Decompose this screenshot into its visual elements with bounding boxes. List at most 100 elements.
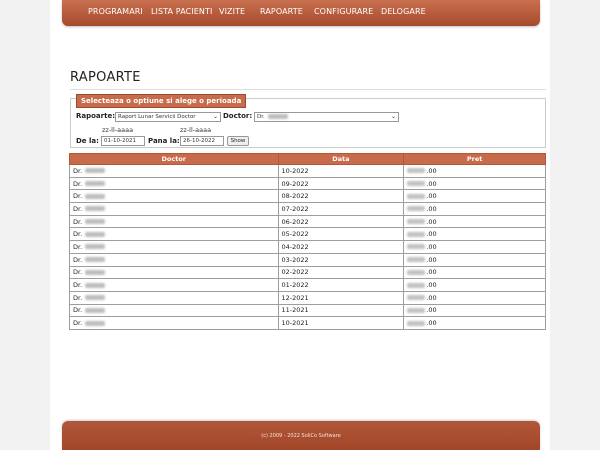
doctor-cell: Dr. <box>69 290 279 305</box>
date-cell: 01-2022 <box>277 278 405 292</box>
chevron-down-icon: ⌄ <box>212 113 218 120</box>
price-decimals: .00 <box>426 319 437 328</box>
redacted-name <box>85 193 106 199</box>
rapoarte-select-value: Raport Lunar Servicii Doctor <box>118 114 196 120</box>
doctor-name: Dr. <box>73 242 83 251</box>
rapoarte-label: Rapoarte: <box>76 112 116 120</box>
redacted-name <box>85 206 106 212</box>
price-cell: .00 <box>403 316 546 330</box>
redacted-price <box>407 231 426 237</box>
doctor-cell: Dr. <box>69 189 279 204</box>
redacted-price <box>407 257 426 263</box>
rapoarte-select[interactable]: Raport Lunar Servicii Doctor ⌄ <box>115 112 221 122</box>
from-date-input[interactable]: 01-10-2021 <box>101 136 145 146</box>
redacted-name <box>85 244 106 250</box>
price-decimals: .00 <box>426 268 437 277</box>
price-cell: .00 <box>403 189 546 204</box>
doctor-name: Dr. <box>73 166 83 175</box>
price-cell: .00 <box>403 214 546 229</box>
redacted-name <box>85 320 106 326</box>
footer: (c) 2009 - 2022 SoliCo Software <box>62 421 540 450</box>
redacted-price <box>407 244 426 250</box>
date-format-hint-from: zz-ll-aaaa <box>102 126 134 134</box>
column-header-doctor: Doctor <box>69 153 279 165</box>
price-decimals: .00 <box>426 242 437 251</box>
redacted-price <box>407 168 426 174</box>
date-cell: 07-2022 <box>277 202 405 216</box>
table-row: Dr. 03-2022 .00 <box>69 252 546 267</box>
redacted-name <box>85 307 106 313</box>
redacted-price <box>407 282 426 288</box>
table-body: Dr. 10-2022.00 Dr. 09-2022.00 Dr. 08-2022.00 D… <box>69 164 546 330</box>
redacted-name <box>85 282 106 288</box>
doctor-name: Dr. <box>73 217 83 226</box>
date-cell: 08-2022 <box>277 189 405 204</box>
price-decimals: .00 <box>426 166 437 175</box>
redacted-price <box>407 307 426 313</box>
table-row: Dr. 04-2022 .00 <box>69 240 546 254</box>
date-cell: 04-2022 <box>277 240 405 254</box>
date-cell: 03-2022 <box>277 252 405 267</box>
redacted-name <box>85 295 106 301</box>
redacted-name <box>85 257 106 263</box>
top-navigation: PROGRAMARI LISTA PACIENTI VIZITE RAPOART… <box>62 0 540 26</box>
doctor-cell: Dr. <box>69 265 279 280</box>
price-decimals: .00 <box>426 204 437 213</box>
date-cell: 11-2021 <box>277 303 405 318</box>
redacted-name <box>85 269 106 275</box>
doctor-cell: Dr. <box>69 202 279 216</box>
table-row: Dr. 02-2022 .00 <box>69 265 546 280</box>
doctor-cell: Dr. <box>69 164 279 178</box>
doctor-label: Doctor: <box>223 112 253 120</box>
price-cell: .00 <box>403 240 546 254</box>
redacted-price <box>407 181 426 187</box>
from-label: De la: <box>76 137 99 145</box>
nav-rapoarte[interactable]: RAPOARTE <box>260 7 303 16</box>
table-row: Dr. 10-2021 .00 <box>69 316 546 330</box>
doctor-select[interactable]: Dr. ⌄ <box>254 112 399 122</box>
nav-vizite[interactable]: VIZITE <box>219 7 245 16</box>
doctor-cell: Dr. <box>69 240 279 254</box>
doctor-name: Dr. <box>73 192 83 201</box>
doctor-name: Dr. <box>73 255 83 264</box>
redacted-price <box>407 295 426 301</box>
redacted-price <box>407 320 426 326</box>
table-row: Dr. 11-2021 .00 <box>69 303 546 318</box>
doctor-name: Dr. <box>73 319 83 328</box>
price-cell: .00 <box>403 252 546 267</box>
date-format-hint-to: zz-ll-aaaa <box>180 126 212 134</box>
price-cell: .00 <box>403 303 546 318</box>
price-cell: .00 <box>403 202 546 216</box>
table-header-row: Doctor Data Pret <box>69 153 546 165</box>
price-decimals: .00 <box>426 293 437 302</box>
page-title: RAPOARTE <box>70 70 141 85</box>
title-divider <box>70 89 546 90</box>
nav-configurare[interactable]: CONFIGURARE <box>314 7 373 16</box>
doctor-cell: Dr. <box>69 303 279 318</box>
redacted-name <box>85 219 106 225</box>
redacted-name <box>85 231 106 237</box>
doctor-cell: Dr. <box>69 176 279 191</box>
filter-legend: Selecteaza o optiune si alege o perioada <box>76 94 247 108</box>
nav-programari[interactable]: PROGRAMARI <box>88 7 143 16</box>
column-header-pret: Pret <box>403 153 546 165</box>
date-cell: 09-2022 <box>277 176 405 191</box>
doctor-cell: Dr. <box>69 278 279 292</box>
redacted-price <box>407 219 426 225</box>
show-button[interactable]: Show <box>227 136 249 146</box>
date-cell: 12-2021 <box>277 290 405 305</box>
to-date-input[interactable]: 26-10-2022 <box>180 136 224 146</box>
table-row: Dr. 07-2022 .00 <box>69 202 546 216</box>
column-header-data: Data <box>277 153 405 165</box>
price-cell: .00 <box>403 278 546 292</box>
nav-lista-pacienti[interactable]: LISTA PACIENTI <box>151 7 212 16</box>
table-row: Dr. 06-2022 .00 <box>69 214 546 229</box>
nav-delogare[interactable]: DELOGARE <box>381 7 426 16</box>
table-row: Dr. 05-2022 .00 <box>69 227 546 242</box>
date-cell: 05-2022 <box>277 227 405 242</box>
copyright-text: (c) 2009 - 2022 SoliCo Software <box>261 433 341 439</box>
price-decimals: .00 <box>426 281 437 290</box>
redacted-price <box>407 269 426 275</box>
redacted-name <box>85 168 106 174</box>
doctor-name: Dr. <box>73 230 83 239</box>
